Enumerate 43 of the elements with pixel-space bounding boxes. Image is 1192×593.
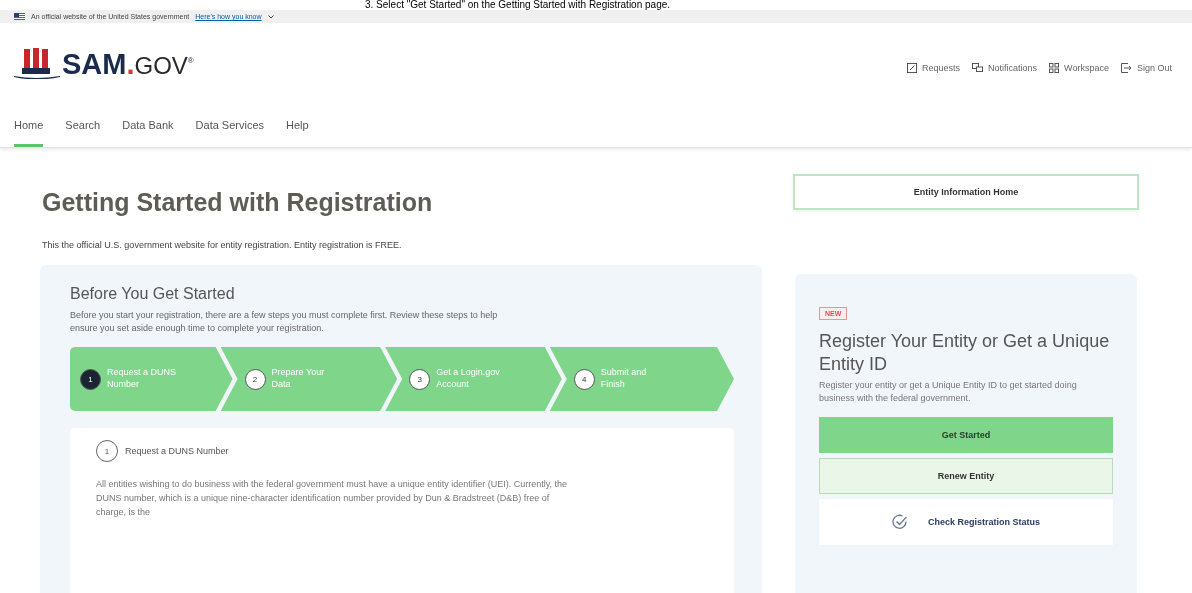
check-status-button[interactable]: Check Registration Status	[819, 499, 1113, 546]
page-subtitle: This the official U.S. government website for entity registration. Entity registration is FREE.	[42, 240, 403, 250]
workspace-link[interactable]: Workspace	[1049, 63, 1109, 73]
progress-step[interactable]: 2 Prepare Your Data	[220, 347, 398, 412]
page-title: Getting Started with Registration	[42, 188, 434, 217]
signout-link[interactable]: Sign Out	[1120, 63, 1172, 73]
progress-step[interactable]: 1 Request a DUNS Number	[70, 347, 233, 412]
grid-icon	[1049, 63, 1060, 73]
step-number: 1	[80, 368, 101, 390]
chat-bubbles-icon	[972, 63, 984, 73]
progress-step[interactable]: 3 Get a Login.gov Account	[385, 347, 562, 412]
step-title: Request a DUNS Number	[125, 446, 229, 457]
edit-square-icon	[907, 63, 918, 73]
document-caption: 3. Select "Get Started" on the Getting Started with Registration page.	[365, 0, 671, 10]
hat-logo-icon[interactable]	[14, 47, 60, 79]
card-title: Register Your Entity or Get a Unique Entity ID	[819, 330, 1111, 375]
notifications-link[interactable]: Notifications	[972, 63, 1038, 73]
step-number: 4	[573, 368, 595, 390]
progress-step[interactable]: 4 Submit and Finish	[549, 347, 734, 412]
step-description: All entities wishing to do business with the federal government must have a unique entity identifier (UEI). Currently, the DUNS number, which is a unique nine-character identification number provided by Dun & Bradstreet (D&B) free of charge, is the	[96, 478, 569, 519]
check-circle-icon	[892, 514, 908, 531]
step-label: Get a Login.gov Account	[436, 367, 501, 391]
card-title: Before You Get Started	[70, 285, 236, 303]
renew-entity-button[interactable]: Renew Entity	[819, 458, 1113, 495]
step-label: Request a DUNS Number	[107, 367, 177, 391]
flag-icon	[14, 13, 25, 20]
nav-tab[interactable]: Home	[14, 103, 44, 147]
step-number: 2	[244, 368, 266, 390]
card-description: Before you start your registration, there are a few steps you must complete first. Review these steps to help ensure you set aside enough time to complete your registration.	[70, 309, 499, 336]
card-description: Register your entity or get a Unique Entity ID to get started doing business with the federal government.	[819, 379, 1078, 406]
logo-text[interactable]: SAM.GOV$^{®}$	[62, 50, 194, 79]
step-label: Prepare Your Data	[271, 367, 326, 391]
nav-tab[interactable]: Data Bank	[122, 103, 174, 147]
entity-information-home-button[interactable]: Entity Information Home	[793, 174, 1139, 210]
sign-out-icon	[1120, 63, 1132, 73]
nav-tab[interactable]: Data Services	[195, 103, 265, 147]
requests-link[interactable]: Requests	[907, 63, 961, 73]
caret-icon[interactable]	[267, 14, 274, 19]
nav-tab[interactable]: Help	[286, 103, 309, 147]
step-label: Submit and Finish	[600, 367, 648, 391]
nav-tab[interactable]: Search	[65, 103, 101, 147]
step-number: 3	[409, 368, 431, 390]
get-started-button[interactable]: Get Started	[819, 417, 1113, 454]
